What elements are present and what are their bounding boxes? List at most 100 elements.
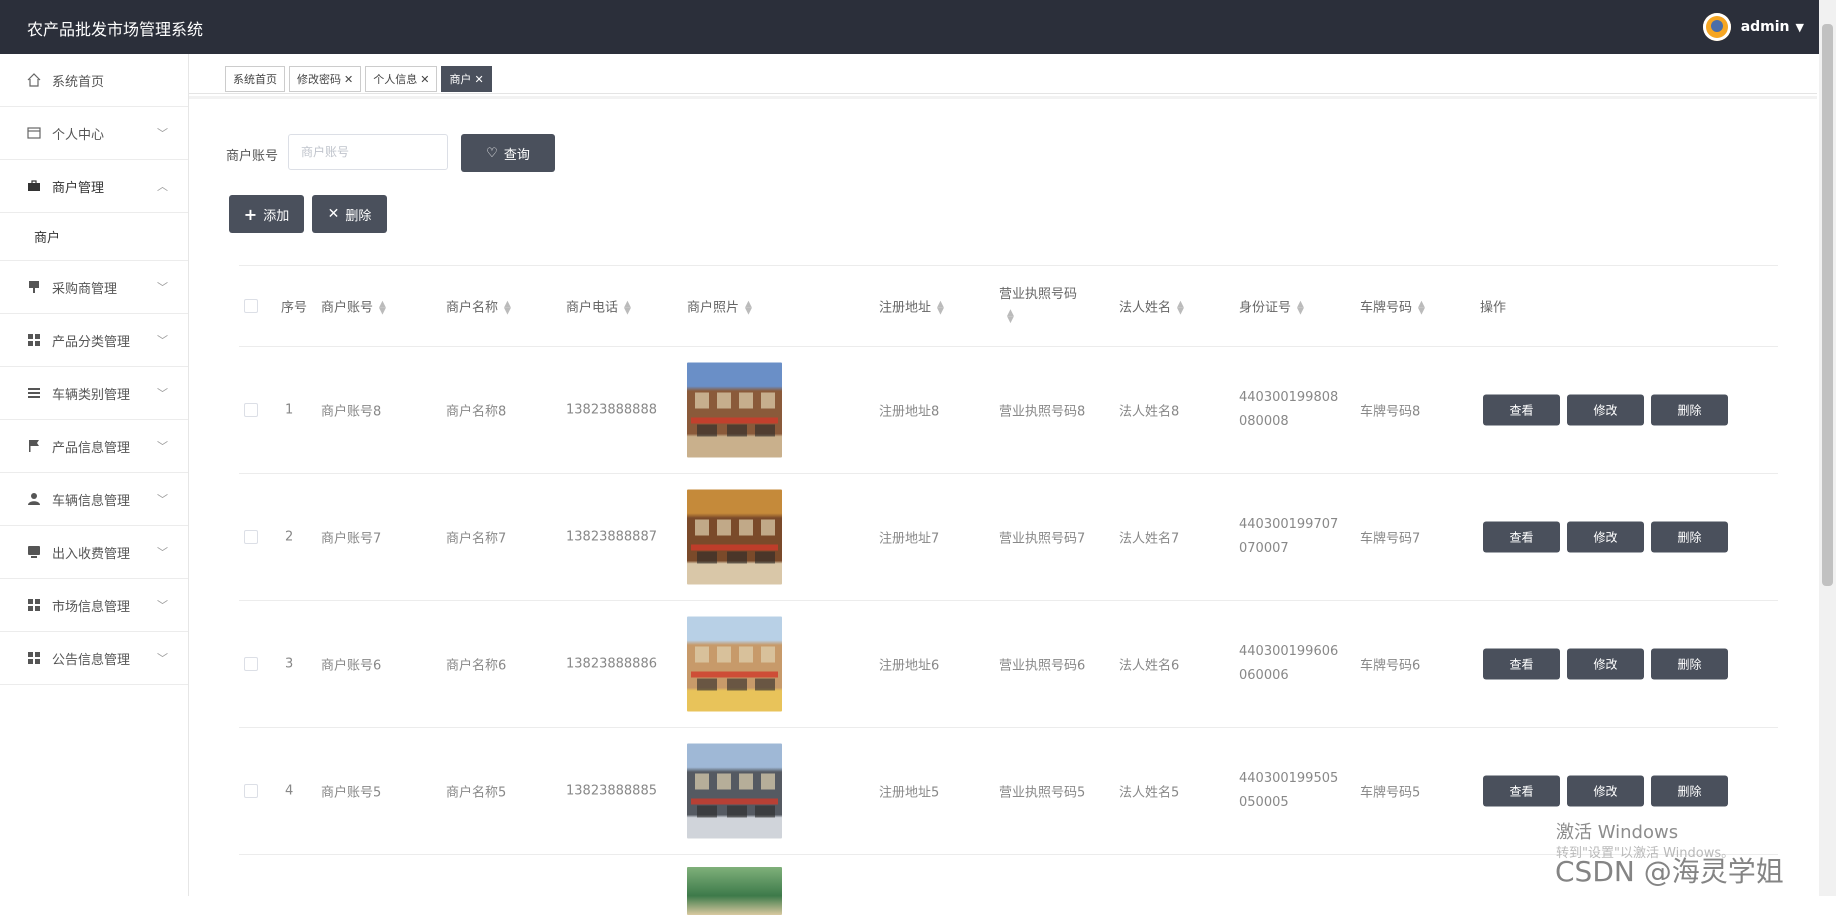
header-name[interactable]: 商户名称 ▲ ▼ <box>446 297 511 316</box>
close-icon[interactable]: ✕ <box>344 73 353 86</box>
sidebar-item-9[interactable]: 市场信息管理 ﹀ <box>0 579 188 632</box>
row-checkbox[interactable] <box>244 530 258 544</box>
query-button[interactable]: ♡ 查询 <box>461 134 555 172</box>
chevron-down-icon: ﹀ <box>157 281 168 294</box>
cell-address: 注册地址5 <box>879 785 940 801</box>
cell-phone: 13823888886 <box>566 656 657 672</box>
header-account-label: 商户账号 <box>321 300 374 316</box>
header-idcard[interactable]: 身份证号 ▲ ▼ <box>1239 297 1304 316</box>
card-icon <box>26 125 42 141</box>
sidebar-item-label: 个人中心 <box>52 127 105 143</box>
add-button-label: 添加 <box>263 208 290 224</box>
view-button[interactable]: 查看 <box>1483 648 1560 680</box>
csdn-watermark: CSDN @海灵学姐 <box>1555 855 1784 888</box>
main-content: 系统首页修改密码✕个人信息✕商户✕ 商户账号 ♡ 查询 + 添加 ✕ 删除 序号… <box>189 54 1836 915</box>
search-input[interactable] <box>288 134 448 170</box>
merchant-photo[interactable] <box>687 362 782 458</box>
sidebar-item-7[interactable]: 车辆信息管理 ﹀ <box>0 473 188 526</box>
cell-address: 注册地址6 <box>879 658 940 674</box>
page-scrollbar[interactable] <box>1819 0 1836 896</box>
cell-name: 商户名称6 <box>446 658 507 674</box>
scrollbar-thumb[interactable] <box>1822 24 1833 586</box>
header-legal[interactable]: 法人姓名 ▲ ▼ <box>1119 297 1184 316</box>
sidebar-item-label: 产品分类管理 <box>52 334 131 350</box>
cell-plate: 车牌号码7 <box>1360 531 1421 547</box>
chevron-down-icon: ﹀ <box>157 127 168 140</box>
tab-divider-shadow <box>189 96 1817 99</box>
header-name-label: 商户名称 <box>446 300 499 316</box>
chevron-down-icon: ﹀ <box>157 493 168 506</box>
edit-button[interactable]: 修改 <box>1567 775 1644 807</box>
row-delete-button[interactable]: 删除 <box>1651 775 1728 807</box>
cell-idcard: 440300199808 080008 <box>1239 386 1338 434</box>
sort-icon: ▲ ▼ <box>379 299 386 316</box>
user-icon <box>26 491 42 507</box>
sidebar-item-label: 产品信息管理 <box>52 440 131 456</box>
list-icon <box>26 385 42 401</box>
tab-1[interactable]: 修改密码 ✕ <box>289 66 362 92</box>
table-row: 2 商户账号7 商户名称7 13823888887 注册地址7 营业执照号码7 法人姓名7 4… <box>239 474 1778 601</box>
home-icon <box>26 72 42 88</box>
row-checkbox[interactable] <box>244 657 258 671</box>
select-all-checkbox[interactable] <box>244 299 258 313</box>
view-button[interactable]: 查看 <box>1483 775 1560 807</box>
sidebar-item-0[interactable]: 系统首页 <box>0 54 188 107</box>
cell-license: 营业执照号码7 <box>999 531 1086 547</box>
header-plate[interactable]: 车牌号码 ▲ ▼ <box>1360 297 1425 316</box>
sidebar-item-6[interactable]: 产品信息管理 ﹀ <box>0 420 188 473</box>
heart-icon: ♡ <box>486 145 498 161</box>
tab-0[interactable]: 系统首页 <box>225 66 285 92</box>
header-phone-label: 商户电话 <box>566 300 619 316</box>
header-plate-label: 车牌号码 <box>1360 300 1413 316</box>
user-menu[interactable]: admin ▼ <box>1702 12 1804 42</box>
close-icon: ✕ <box>327 206 340 222</box>
delete-button[interactable]: ✕ 删除 <box>312 195 387 233</box>
avatar <box>1702 13 1731 41</box>
edit-button[interactable]: 修改 <box>1567 394 1644 426</box>
tab-2[interactable]: 个人信息 ✕ <box>365 66 438 92</box>
header-address[interactable]: 注册地址 ▲ ▼ <box>879 297 944 316</box>
row-delete-button[interactable]: 删除 <box>1651 648 1728 680</box>
close-icon[interactable]: ✕ <box>474 73 483 86</box>
chevron-down-icon: ﹀ <box>157 387 168 400</box>
header-photo[interactable]: 商户照片 ▲ ▼ <box>687 297 752 316</box>
cell-index: 4 <box>285 783 294 799</box>
edit-button[interactable]: 修改 <box>1567 521 1644 553</box>
chevron-down-icon: ﹀ <box>157 440 168 453</box>
query-button-label: 查询 <box>503 147 530 163</box>
add-button[interactable]: + 添加 <box>229 195 304 233</box>
row-delete-button[interactable]: 删除 <box>1651 521 1728 553</box>
row-delete-button[interactable]: 删除 <box>1651 394 1728 426</box>
cell-legal: 法人姓名8 <box>1119 404 1180 420</box>
tab-3[interactable]: 商户 ✕ <box>441 66 492 92</box>
header-account[interactable]: 商户账号 ▲ ▼ <box>321 297 386 316</box>
header-phone[interactable]: 商户电话 ▲ ▼ <box>566 297 631 316</box>
view-button[interactable]: 查看 <box>1483 521 1560 553</box>
top-bar: 农产品批发市场管理系统 admin ▼ <box>0 0 1836 54</box>
chevron-down-icon: ﹀ <box>157 652 168 665</box>
header-license[interactable]: 营业执照号码 ▲ ▼ <box>999 284 1077 328</box>
merchant-photo[interactable] <box>687 743 782 839</box>
view-button[interactable]: 查看 <box>1483 394 1560 426</box>
merchant-photo[interactable] <box>687 867 782 915</box>
sidebar-item-1[interactable]: 个人中心 ﹀ <box>0 107 188 160</box>
sidebar-item-4[interactable]: 产品分类管理 ﹀ <box>0 314 188 367</box>
cell-address: 注册地址7 <box>879 531 940 547</box>
cell-idcard: 440300199606 060006 <box>1239 640 1338 688</box>
row-checkbox[interactable] <box>244 403 258 417</box>
sidebar-item-2[interactable]: 商户管理 ︿ <box>0 160 188 213</box>
sidebar-item-8[interactable]: 出入收费管理 ﹀ <box>0 526 188 579</box>
sidebar-item-5[interactable]: 车辆类别管理 ﹀ <box>0 367 188 420</box>
sidebar-item-3[interactable]: 采购商管理 ﹀ <box>0 261 188 314</box>
idcard-part1: 440300199808 <box>1239 390 1339 405</box>
edit-button[interactable]: 修改 <box>1567 648 1644 680</box>
close-icon[interactable]: ✕ <box>420 73 429 86</box>
idcard-part2: 070007 <box>1239 541 1289 556</box>
merchant-photo[interactable] <box>687 489 782 585</box>
sidebar-subitem-merchant[interactable]: 商户 <box>0 213 188 261</box>
sidebar-item-10[interactable]: 公告信息管理 ﹀ <box>0 632 188 685</box>
merchant-photo[interactable] <box>687 616 782 712</box>
merchant-table: 序号 商户账号 ▲ ▼ 商户名称 ▲ ▼ 商户电话 ▲ ▼ 商户照片 ▲ ▼ 注册地址 ▲ ▼ 营业… <box>239 265 1778 915</box>
row-checkbox[interactable] <box>244 784 258 798</box>
cell-legal: 法人姓名7 <box>1119 531 1180 547</box>
